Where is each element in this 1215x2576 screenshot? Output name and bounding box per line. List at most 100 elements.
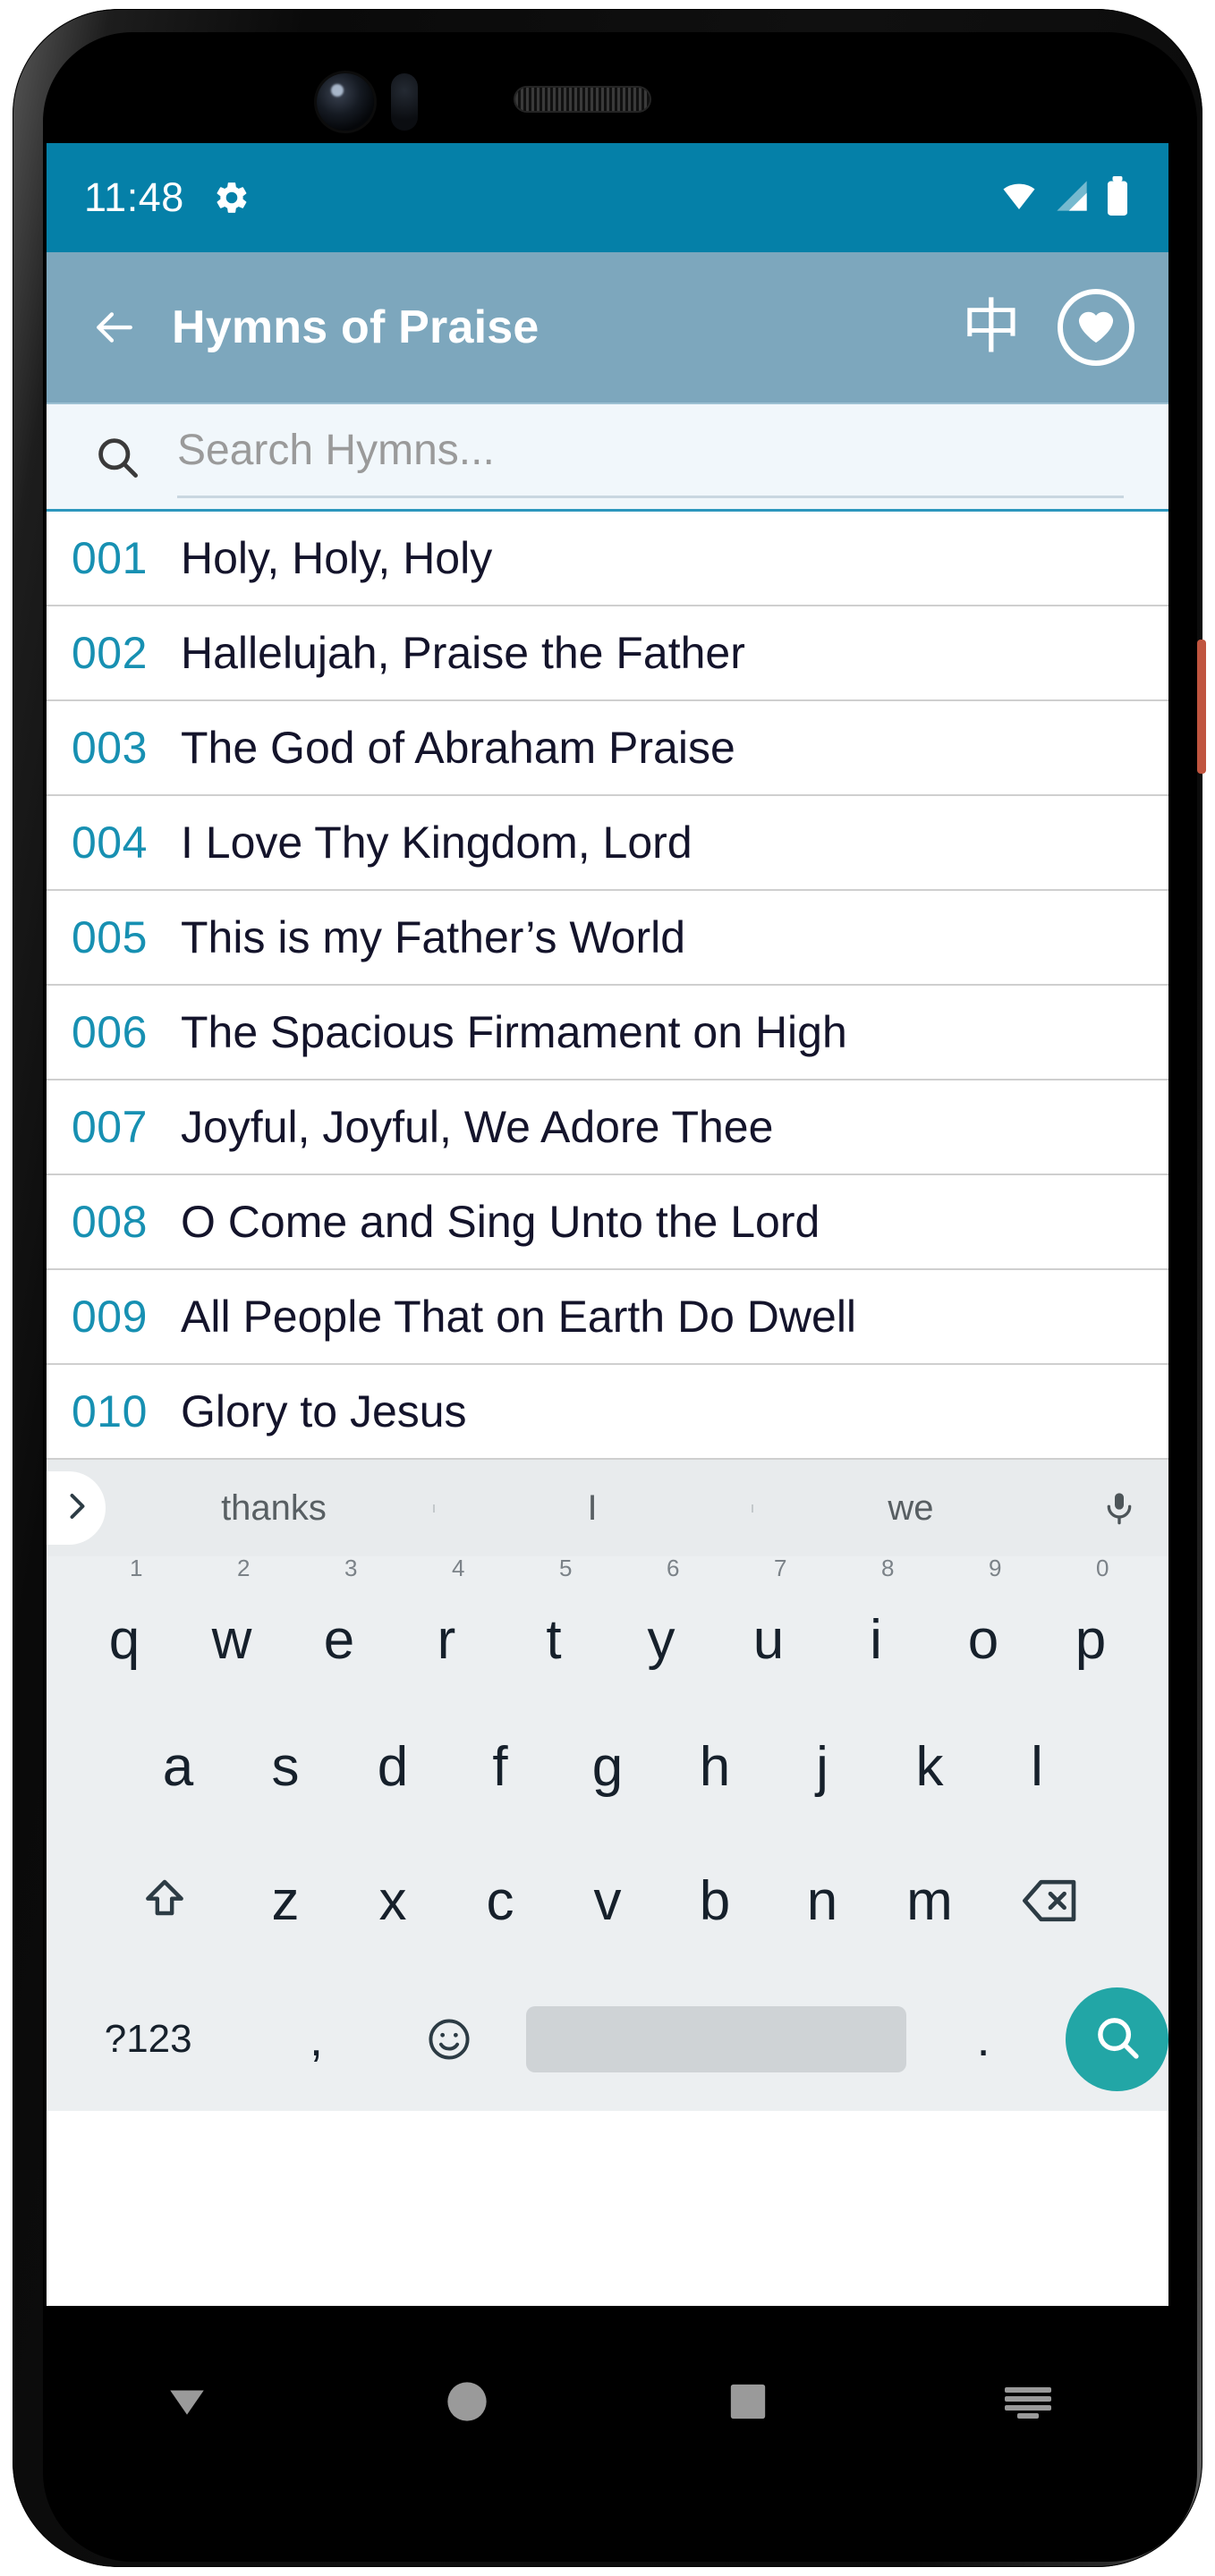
power-button[interactable] xyxy=(1197,640,1206,774)
period-key[interactable]: . xyxy=(917,1990,1049,2089)
app-bar-actions: 中 xyxy=(957,289,1134,366)
nav-back-button[interactable] xyxy=(133,2348,241,2455)
hymn-row[interactable]: 003 The God of Abraham Praise xyxy=(47,701,1168,796)
microphone-icon[interactable] xyxy=(1070,1487,1168,1530)
hymn-row[interactable]: 006 The Spacious Firmament on High xyxy=(47,986,1168,1080)
suggestion-strip[interactable]: thanks I we xyxy=(47,1460,1168,1556)
key-g[interactable]: g xyxy=(554,1699,661,1834)
hymn-row[interactable]: 007 Joyful, Joyful, We Adore Thee xyxy=(47,1080,1168,1175)
app-viewport: 11:48 Hymns of Praise 中 Search Hymns... … xyxy=(47,143,1168,2306)
symbols-key[interactable]: ?123 xyxy=(47,1990,250,2089)
hymn-number: 001 xyxy=(72,533,148,583)
status-bar-clock: 11:48 xyxy=(84,174,184,220)
key-label: r xyxy=(437,1608,456,1671)
backspace-key[interactable] xyxy=(983,1834,1117,1968)
key-s[interactable]: s xyxy=(232,1699,339,1834)
keyboard-row-4[interactable]: ?123 , . xyxy=(47,1968,1168,2111)
hymn-row[interactable]: 010 Glory to Jesus xyxy=(47,1365,1168,1460)
search-input[interactable] xyxy=(177,415,1124,498)
key-number-hint: 2 xyxy=(237,1555,251,1581)
key-r[interactable]: 4r xyxy=(393,1555,500,1699)
hymn-title: The Spacious Firmament on High xyxy=(181,1007,847,1057)
shift-key[interactable] xyxy=(98,1834,232,1968)
key-i[interactable]: 8i xyxy=(822,1555,930,1699)
hymn-row[interactable]: 002 Hallelujah, Praise the Father xyxy=(47,606,1168,701)
system-navigation-bar[interactable] xyxy=(47,2306,1168,2497)
key-x[interactable]: x xyxy=(339,1834,446,1968)
key-q[interactable]: 1q xyxy=(71,1555,178,1699)
key-w[interactable]: 2w xyxy=(178,1555,285,1699)
key-n[interactable]: n xyxy=(769,1834,876,1968)
key-p[interactable]: 0p xyxy=(1037,1555,1144,1699)
suggestion-item[interactable]: I xyxy=(433,1488,752,1529)
hymn-title: This is my Father’s World xyxy=(181,912,686,962)
key-k[interactable]: k xyxy=(876,1699,983,1834)
key-z[interactable]: z xyxy=(232,1834,339,1968)
suggestion-item[interactable]: we xyxy=(752,1488,1070,1529)
key-label: u xyxy=(752,1608,785,1671)
key-label: k xyxy=(915,1735,944,1798)
search-bar[interactable] xyxy=(47,402,1168,512)
key-t[interactable]: 5t xyxy=(500,1555,608,1699)
key-a[interactable]: a xyxy=(124,1699,232,1834)
hymn-row[interactable]: 005 This is my Father’s World xyxy=(47,891,1168,986)
hymn-list[interactable]: 001 Holy, Holy, Holy 002 Hallelujah, Praise… xyxy=(47,512,1168,1460)
key-m[interactable]: m xyxy=(876,1834,983,1968)
keyboard-row-3-letters[interactable]: zxcvbnm xyxy=(232,1834,983,1968)
expand-suggestions-button[interactable] xyxy=(47,1471,106,1545)
app-bar: Hymns of Praise 中 xyxy=(47,252,1168,402)
key-o[interactable]: 9o xyxy=(930,1555,1037,1699)
hymn-row[interactable]: 008 O Come and Sing Unto the Lord xyxy=(47,1175,1168,1270)
key-y[interactable]: 6y xyxy=(608,1555,715,1699)
key-h[interactable]: h xyxy=(661,1699,769,1834)
search-icon xyxy=(91,434,143,480)
space-key[interactable] xyxy=(525,2006,907,2072)
heart-icon xyxy=(1075,307,1117,349)
hymn-number: 002 xyxy=(72,628,148,678)
cellular-signal-icon xyxy=(1052,178,1092,218)
key-label: x xyxy=(378,1869,407,1932)
key-number-hint: 5 xyxy=(559,1555,573,1581)
front-camera-icon xyxy=(317,73,374,131)
suggestion-item[interactable]: thanks xyxy=(115,1488,433,1529)
key-b[interactable]: b xyxy=(661,1834,769,1968)
favorites-button[interactable] xyxy=(1058,289,1134,366)
key-l[interactable]: l xyxy=(983,1699,1091,1834)
keyboard-row-3[interactable]: zxcvbnm xyxy=(47,1834,1168,1968)
nav-home-button[interactable] xyxy=(413,2348,521,2455)
emoji-smiley-icon[interactable] xyxy=(383,1990,515,2089)
hymn-title: All People That on Earth Do Dwell xyxy=(181,1292,857,1342)
back-button[interactable] xyxy=(81,294,147,360)
key-d[interactable]: d xyxy=(339,1699,446,1834)
keyboard-row-2[interactable]: as d f g hjkl xyxy=(47,1699,1168,1834)
key-label: q xyxy=(108,1608,140,1671)
keyboard-search-key[interactable] xyxy=(1066,1987,1168,2091)
key-label: s xyxy=(271,1735,300,1798)
keyboard-dismiss-icon[interactable] xyxy=(974,2348,1082,2455)
hymn-row[interactable]: 009 All People That on Earth Do Dwell xyxy=(47,1270,1168,1365)
key-label: o xyxy=(967,1608,999,1671)
hymn-row[interactable]: 004 I Love Thy Kingdom, Lord xyxy=(47,796,1168,891)
key-u[interactable]: 7u xyxy=(715,1555,822,1699)
hymn-title: Holy, Holy, Holy xyxy=(181,533,493,583)
hymn-number: 008 xyxy=(72,1197,148,1247)
nav-recents-button[interactable] xyxy=(694,2348,802,2455)
key-e[interactable]: 3e xyxy=(285,1555,393,1699)
language-toggle-button[interactable]: 中 xyxy=(957,293,1025,361)
key-number-hint: 6 xyxy=(667,1555,680,1581)
key-number-hint: 9 xyxy=(989,1555,1002,1581)
key-label: g xyxy=(591,1735,624,1798)
keyboard[interactable]: thanks I we 1q2w3e4r5t6y7u8i9o0p asdfghj… xyxy=(47,1460,1168,2111)
hymn-row[interactable]: 001 Holy, Holy, Holy xyxy=(47,512,1168,606)
key-label: d xyxy=(377,1735,409,1798)
keyboard-row-1[interactable]: 1q2w3e4r5t6y7u8i9o0p xyxy=(47,1555,1168,1699)
key-label: h xyxy=(699,1735,731,1798)
page-title: Hymns of Praise xyxy=(172,301,540,353)
key-label: f xyxy=(492,1735,508,1798)
key-v[interactable]: v xyxy=(554,1834,661,1968)
comma-key[interactable]: , xyxy=(250,1990,382,2089)
key-c[interactable]: c xyxy=(446,1834,554,1968)
key-j[interactable]: j xyxy=(769,1699,876,1834)
status-bar-icons xyxy=(998,175,1131,220)
key-f[interactable]: f xyxy=(446,1699,554,1834)
